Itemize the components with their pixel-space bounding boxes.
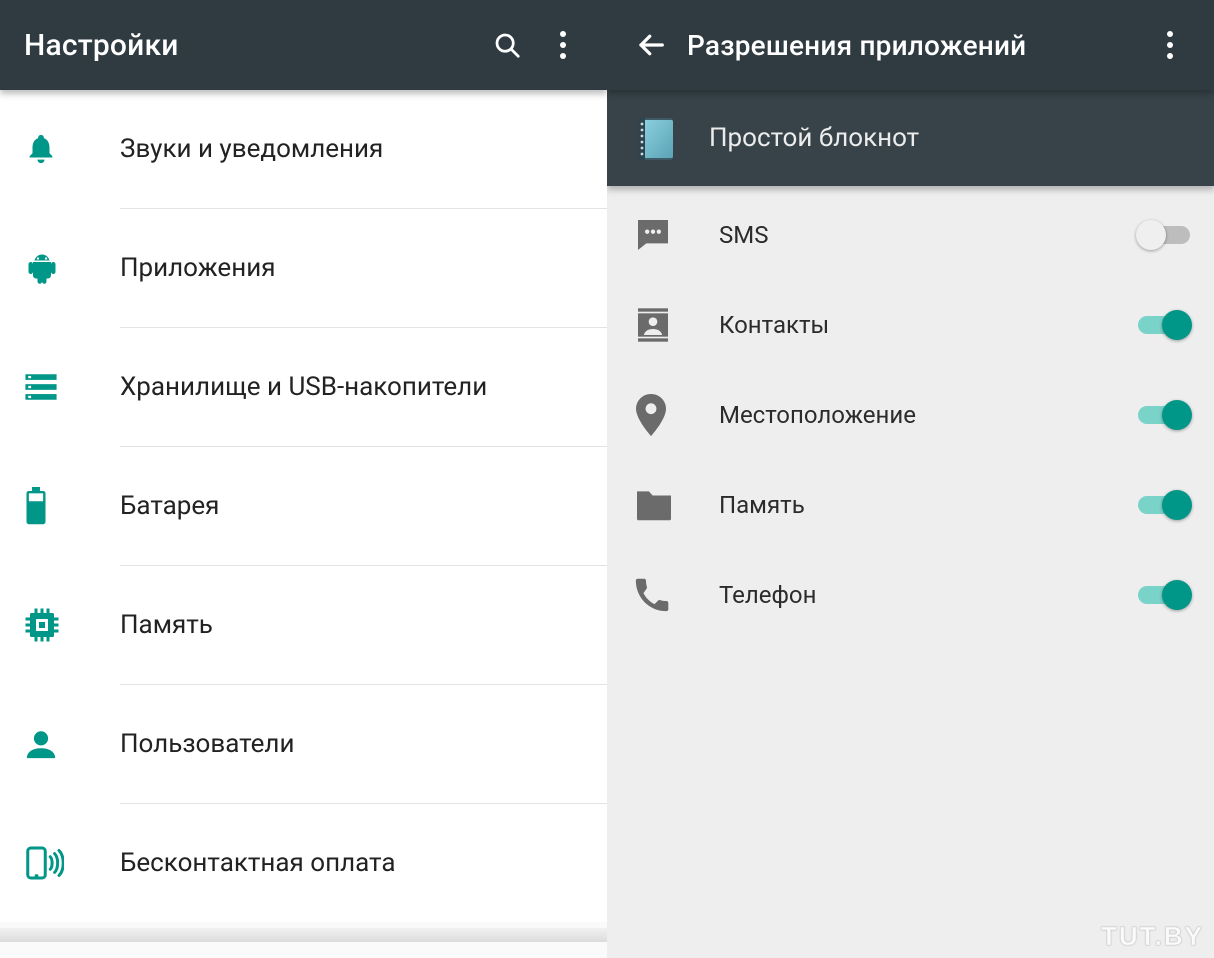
permissions-screen: Разрешения приложений Простой блокнот bbox=[607, 0, 1214, 958]
overflow-menu-button[interactable] bbox=[535, 17, 591, 73]
permission-label: Местоположение bbox=[719, 401, 1136, 429]
arrow-back-icon bbox=[636, 30, 666, 60]
bell-icon bbox=[24, 132, 58, 166]
permission-toggle-contacts[interactable] bbox=[1136, 308, 1192, 342]
permission-toggle-location[interactable] bbox=[1136, 398, 1192, 432]
settings-item-storage[interactable]: Хранилище и USB-накопители bbox=[0, 328, 607, 446]
watermark: TUT.BY bbox=[1101, 921, 1204, 952]
settings-item-label: Батарея bbox=[120, 491, 219, 521]
notebook-app-icon bbox=[631, 112, 683, 164]
permission-list: SMS Контакты Местоположение bbox=[607, 186, 1214, 640]
user-icon bbox=[24, 727, 58, 761]
more-vert-icon bbox=[559, 30, 567, 60]
settings-list: Звуки и уведомления Приложения Хранилище… bbox=[0, 90, 607, 922]
overflow-menu-button[interactable] bbox=[1142, 17, 1198, 73]
permission-row-sms[interactable]: SMS bbox=[607, 190, 1214, 280]
settings-item-label: Звуки и уведомления bbox=[120, 134, 383, 164]
settings-appbar: Настройки bbox=[0, 0, 607, 90]
search-button[interactable] bbox=[479, 17, 535, 73]
settings-item-label: Пользователи bbox=[120, 729, 294, 759]
android-icon bbox=[24, 250, 60, 286]
permission-label: Память bbox=[719, 491, 1136, 519]
settings-item-label: Хранилище и USB-накопители bbox=[120, 372, 487, 402]
settings-title: Настройки bbox=[24, 28, 479, 63]
settings-item-label: Приложения bbox=[120, 253, 275, 283]
settings-item-nfc[interactable]: Бесконтактная оплата bbox=[0, 804, 607, 922]
settings-item-memory[interactable]: Память bbox=[0, 566, 607, 684]
battery-icon bbox=[24, 487, 48, 525]
folder-icon bbox=[633, 488, 675, 522]
settings-item-users[interactable]: Пользователи bbox=[0, 685, 607, 803]
permission-label: SMS bbox=[719, 221, 1136, 249]
app-name: Простой блокнот bbox=[709, 123, 919, 153]
permissions-title: Разрешения приложений bbox=[687, 29, 1142, 62]
memory-icon bbox=[24, 607, 60, 643]
location-icon bbox=[633, 394, 669, 436]
phone-icon bbox=[633, 576, 671, 614]
permission-row-storage[interactable]: Память bbox=[607, 460, 1214, 550]
sms-icon bbox=[633, 215, 673, 255]
permission-toggle-sms[interactable] bbox=[1136, 218, 1192, 252]
permission-label: Контакты bbox=[719, 311, 1136, 339]
permission-row-location[interactable]: Местоположение bbox=[607, 370, 1214, 460]
storage-icon bbox=[24, 372, 58, 402]
more-vert-icon bbox=[1166, 30, 1174, 60]
search-icon bbox=[492, 30, 522, 60]
permission-toggle-storage[interactable] bbox=[1136, 488, 1192, 522]
settings-screen: Настройки bbox=[0, 0, 607, 958]
settings-item-apps[interactable]: Приложения bbox=[0, 209, 607, 327]
contacts-icon bbox=[633, 305, 673, 345]
app-header: Простой блокнот bbox=[607, 90, 1214, 186]
nfc-icon bbox=[24, 843, 64, 883]
permission-toggle-phone[interactable] bbox=[1136, 578, 1192, 612]
permission-row-phone[interactable]: Телефон bbox=[607, 550, 1214, 640]
settings-item-sounds[interactable]: Звуки и уведомления bbox=[0, 90, 607, 208]
list-bottom-shadow bbox=[0, 928, 607, 942]
settings-item-label: Память bbox=[120, 610, 213, 640]
permission-label: Телефон bbox=[719, 581, 1136, 609]
back-button[interactable] bbox=[623, 17, 679, 73]
settings-item-label: Бесконтактная оплата bbox=[120, 848, 396, 878]
permission-row-contacts[interactable]: Контакты bbox=[607, 280, 1214, 370]
settings-item-battery[interactable]: Батарея bbox=[0, 447, 607, 565]
permissions-appbar: Разрешения приложений bbox=[607, 0, 1214, 90]
